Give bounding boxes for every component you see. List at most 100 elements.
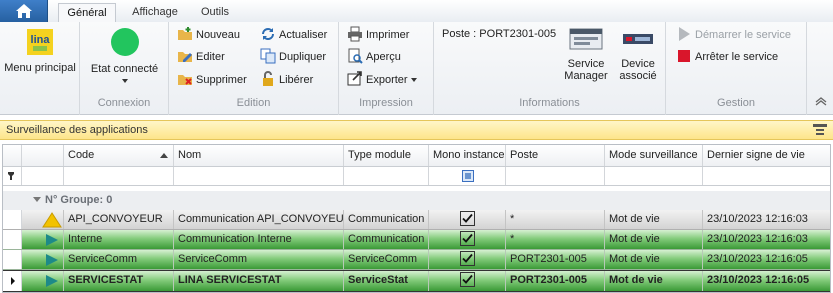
grid-header: Code Nom Type module Mono instance Poste…	[3, 145, 830, 167]
ribbon: lina Menu principal Etat connecté Connex…	[0, 22, 833, 115]
supprimer-button[interactable]: Supprimer	[177, 71, 247, 91]
checkbox-checked-icon[interactable]	[459, 251, 475, 266]
cell-mode-surveillance: Mot de vie	[605, 230, 703, 249]
row-indicator[interactable]	[3, 230, 22, 249]
device-label-1: Device	[621, 58, 655, 70]
filter-poste[interactable]	[506, 167, 605, 185]
service-manager-button[interactable]: Service Manager	[560, 28, 612, 82]
cell-mono-instance[interactable]	[429, 271, 506, 291]
cell-dernier-signe: 23/10/2023 12:16:03	[707, 233, 808, 245]
cell-nom: Communication Interne	[174, 230, 344, 249]
tab-outils[interactable]: Outils	[190, 3, 240, 23]
poste-info: Poste : PORT2301-005	[442, 28, 557, 40]
cell-type-module: Communication	[344, 210, 429, 229]
home-icon	[16, 4, 32, 18]
column-header-code[interactable]: Code	[64, 145, 174, 166]
menu-principal-label: Menu principal	[4, 62, 76, 74]
table-row-selected[interactable]: SERVICESTAT LINA SERVICESTAT ServiceStat…	[3, 270, 830, 292]
table-row[interactable]: Interne Communication Interne Communicat…	[3, 230, 830, 250]
play-icon	[679, 27, 690, 42]
group-edition: Nouveau Editer Supprimer Actualiser Dupl…	[169, 22, 339, 115]
group-label-informations: Informations	[519, 97, 580, 109]
checkbox-checked-icon[interactable]	[459, 231, 475, 246]
imprimer-label: Imprimer	[366, 29, 410, 41]
export-icon	[347, 71, 362, 86]
cell-mode-surveillance: Mot de vie	[605, 210, 703, 229]
dupliquer-button[interactable]: Dupliquer	[260, 48, 326, 68]
cell-mono-instance[interactable]	[429, 250, 506, 269]
tab-affichage[interactable]: Affichage	[124, 3, 186, 23]
sort-ascending-icon	[160, 153, 168, 158]
actualiser-button[interactable]: Actualiser	[260, 26, 327, 46]
liberer-button[interactable]: Libérer	[260, 71, 313, 91]
group-label-gestion: Gestion	[717, 97, 755, 109]
status-cell	[22, 250, 64, 269]
tab-general[interactable]: Général	[58, 3, 116, 23]
chevron-down-icon	[410, 78, 417, 83]
checkbox-checked-icon[interactable]	[459, 272, 475, 287]
status-column-header	[22, 145, 64, 166]
demarrer-label: Démarrer le service	[695, 29, 791, 41]
nouveau-button[interactable]: Nouveau	[177, 26, 240, 46]
ribbon-tab-strip: Général Affichage Outils	[0, 0, 833, 23]
demarrer-service-button[interactable]: Démarrer le service	[676, 26, 791, 46]
exporter-label: Exporter	[366, 74, 408, 86]
cell-dernier-signe: 23/10/2023 12:16:05	[707, 253, 808, 265]
cell-type-module: ServiceStat	[344, 271, 429, 291]
device-associe-button[interactable]: Device associé	[614, 28, 662, 82]
table-row[interactable]: ServiceComm ServiceComm ServiceComm PORT…	[3, 250, 830, 270]
filter-mono-instance[interactable]	[429, 167, 506, 185]
etat-connecte-button[interactable]: Etat connecté	[84, 27, 165, 87]
cell-poste: *	[506, 230, 605, 249]
exporter-button[interactable]: Exporter	[347, 71, 417, 91]
imprimer-button[interactable]: Imprimer	[347, 26, 409, 46]
apercu-label: Aperçu	[366, 51, 401, 63]
group-row[interactable]: N° Groupe: 0	[3, 191, 830, 210]
column-header-nom[interactable]: Nom	[174, 145, 344, 166]
table-row[interactable]: API_CONVOYEUR Communication API_CONVOYEU…	[3, 210, 830, 230]
menu-principal-button[interactable]: lina Menu principal	[2, 28, 78, 74]
filter-code[interactable]	[64, 167, 174, 185]
cell-mono-instance[interactable]	[429, 230, 506, 249]
row-indicator-header	[3, 145, 22, 166]
filter-status[interactable]	[22, 167, 64, 185]
editer-label: Editer	[196, 51, 225, 63]
column-header-dernier-signe[interactable]: Dernier signe de vie	[703, 145, 830, 166]
filter-nom[interactable]	[174, 167, 344, 185]
panel-menu-icon[interactable]	[813, 124, 827, 136]
filter-dernier-signe[interactable]	[703, 167, 830, 185]
grid-filter-row	[3, 167, 830, 186]
row-indicator[interactable]	[3, 271, 22, 291]
editer-button[interactable]: Editer	[177, 48, 225, 68]
liberer-label: Libérer	[279, 74, 314, 86]
cell-dernier-signe: 23/10/2023 12:16:03	[707, 213, 808, 225]
running-play-icon	[46, 234, 58, 246]
column-header-mode-surveillance[interactable]: Mode surveillance	[605, 145, 703, 166]
cell-mono-instance[interactable]	[429, 210, 506, 229]
connection-status-icon	[110, 28, 139, 56]
column-header-poste[interactable]: Poste	[506, 145, 605, 166]
group-label-edition: Edition	[236, 97, 271, 109]
arreter-service-button[interactable]: Arrêter le service	[676, 48, 778, 68]
column-header-mono-instance[interactable]: Mono instance	[429, 145, 506, 166]
cell-poste: PORT2301-005	[506, 250, 605, 269]
collapse-group-icon[interactable]	[33, 197, 41, 202]
delete-folder-icon	[178, 75, 192, 86]
status-cell	[22, 210, 64, 229]
filter-type-module[interactable]	[344, 167, 429, 185]
apercu-button[interactable]: Aperçu	[347, 48, 401, 68]
group-menu-principal: lina Menu principal	[0, 22, 80, 115]
lina-logo-icon: lina	[27, 29, 53, 55]
new-folder-icon	[178, 27, 192, 41]
row-indicator[interactable]	[3, 210, 22, 229]
checkbox-checked-icon[interactable]	[459, 211, 475, 226]
filter-mode-surveillance[interactable]	[605, 167, 703, 185]
collapse-ribbon-icon[interactable]	[815, 96, 827, 106]
cell-code: Interne	[64, 230, 174, 249]
group-label-impression: Impression	[359, 97, 413, 109]
filter-checkbox-icon[interactable]	[462, 170, 474, 182]
row-indicator[interactable]	[3, 250, 22, 269]
column-header-type-module[interactable]: Type module	[344, 145, 429, 166]
application-menu-button[interactable]	[0, 0, 48, 23]
device-icon	[623, 34, 653, 44]
